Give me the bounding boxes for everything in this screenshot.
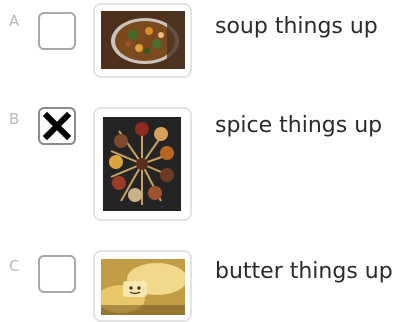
option-letter-a: A xyxy=(9,12,20,30)
option-c-image-card[interactable] xyxy=(93,250,192,322)
option-a-label: soup things up xyxy=(215,14,378,39)
option-b-image-card[interactable] xyxy=(93,107,192,221)
option-b-label: spice things up xyxy=(215,113,383,138)
option-c-checkbox[interactable] xyxy=(38,255,76,293)
option-letter-b: B xyxy=(9,110,20,128)
soup-photo xyxy=(101,11,185,69)
option-a-checkbox[interactable] xyxy=(38,12,76,50)
option-a-image-card[interactable] xyxy=(93,3,192,78)
option-letter-c: C xyxy=(9,257,20,275)
spices-photo xyxy=(103,117,181,211)
x-mark-icon xyxy=(42,111,72,141)
option-b-checkbox[interactable] xyxy=(38,107,76,145)
option-c-label: butter things up xyxy=(215,259,393,284)
butter-photo xyxy=(101,259,185,315)
